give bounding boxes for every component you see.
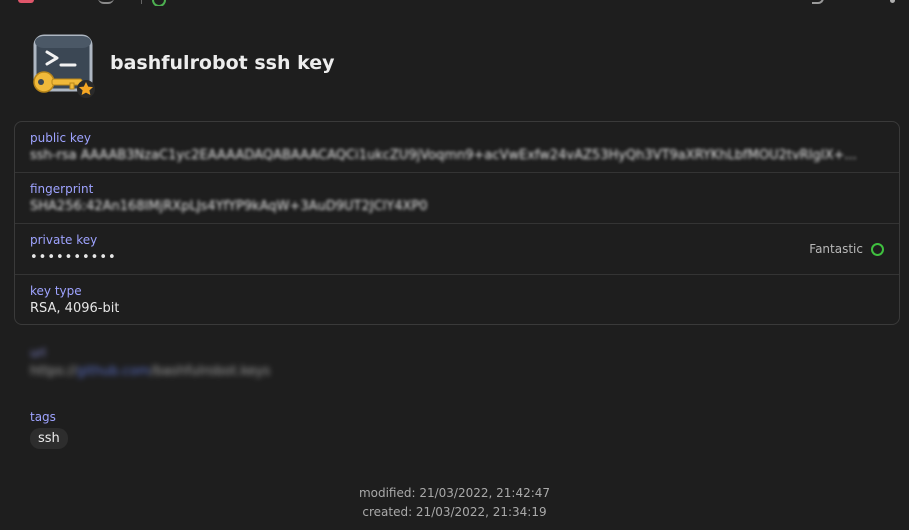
more-options-icon[interactable] (890, 0, 895, 3)
url-link[interactable]: github.com (77, 364, 151, 379)
tag-chip[interactable]: ssh (30, 428, 68, 449)
terminal-key-favorite-icon (33, 34, 95, 98)
url-value[interactable]: https://github.com/bashfulrobot.keys (30, 364, 270, 379)
obscured-url-field[interactable]: url https://github.com/bashfulrobot.keys (22, 340, 294, 386)
public-key-value[interactable]: ssh-rsa AAAAB3NzaC1yc2EAAAADAQABAAACAQCi… (30, 148, 878, 163)
field-key-type[interactable]: key type RSA, 4096-bit (15, 275, 899, 325)
strength-ring-icon (871, 242, 884, 256)
tags-label: tags (30, 410, 56, 424)
url-prefix: https:// (30, 364, 77, 379)
field-label: public key (30, 131, 91, 145)
app-icon (18, 0, 34, 3)
created-timestamp: created: 21/03/2022, 21:34:19 (362, 505, 547, 519)
field-private-key[interactable]: private key •••••••••• Fantastic (15, 224, 899, 275)
field-label: url (30, 346, 46, 360)
field-public-key[interactable]: public key ssh-rsa AAAAB3NzaC1yc2EAAAADA… (15, 122, 899, 173)
password-strength: Fantastic (809, 242, 884, 256)
toolbar-action-icon[interactable] (812, 0, 824, 4)
top-toolbar-fragment (0, 0, 909, 6)
fields-card: public key ssh-rsa AAAAB3NzaC1yc2EAAAADA… (14, 121, 900, 325)
field-label: private key (30, 233, 98, 247)
field-label: fingerprint (30, 182, 94, 196)
url-suffix: /bashfulrobot.keys (150, 364, 271, 379)
key-type-value[interactable]: RSA, 4096-bit (30, 301, 119, 316)
field-label: key type (30, 284, 82, 298)
toolbar-item-fragment (98, 0, 114, 4)
strength-label: Fantastic (809, 242, 863, 256)
toolbar-divider (141, 0, 142, 4)
status-icon (152, 0, 166, 6)
fingerprint-value[interactable]: SHA256:42An168IMjRXpLJs4YfYP9kAqW+3AuD9U… (30, 199, 428, 214)
item-header: bashfulrobot ssh key (30, 34, 890, 98)
item-title: bashfulrobot ssh key (110, 52, 335, 74)
modified-timestamp: modified: 21/03/2022, 21:42:47 (358, 486, 551, 500)
private-key-value[interactable]: •••••••••• (30, 250, 117, 265)
field-fingerprint[interactable]: fingerprint SHA256:42An168IMjRXpLJs4YfYP… (15, 173, 899, 224)
